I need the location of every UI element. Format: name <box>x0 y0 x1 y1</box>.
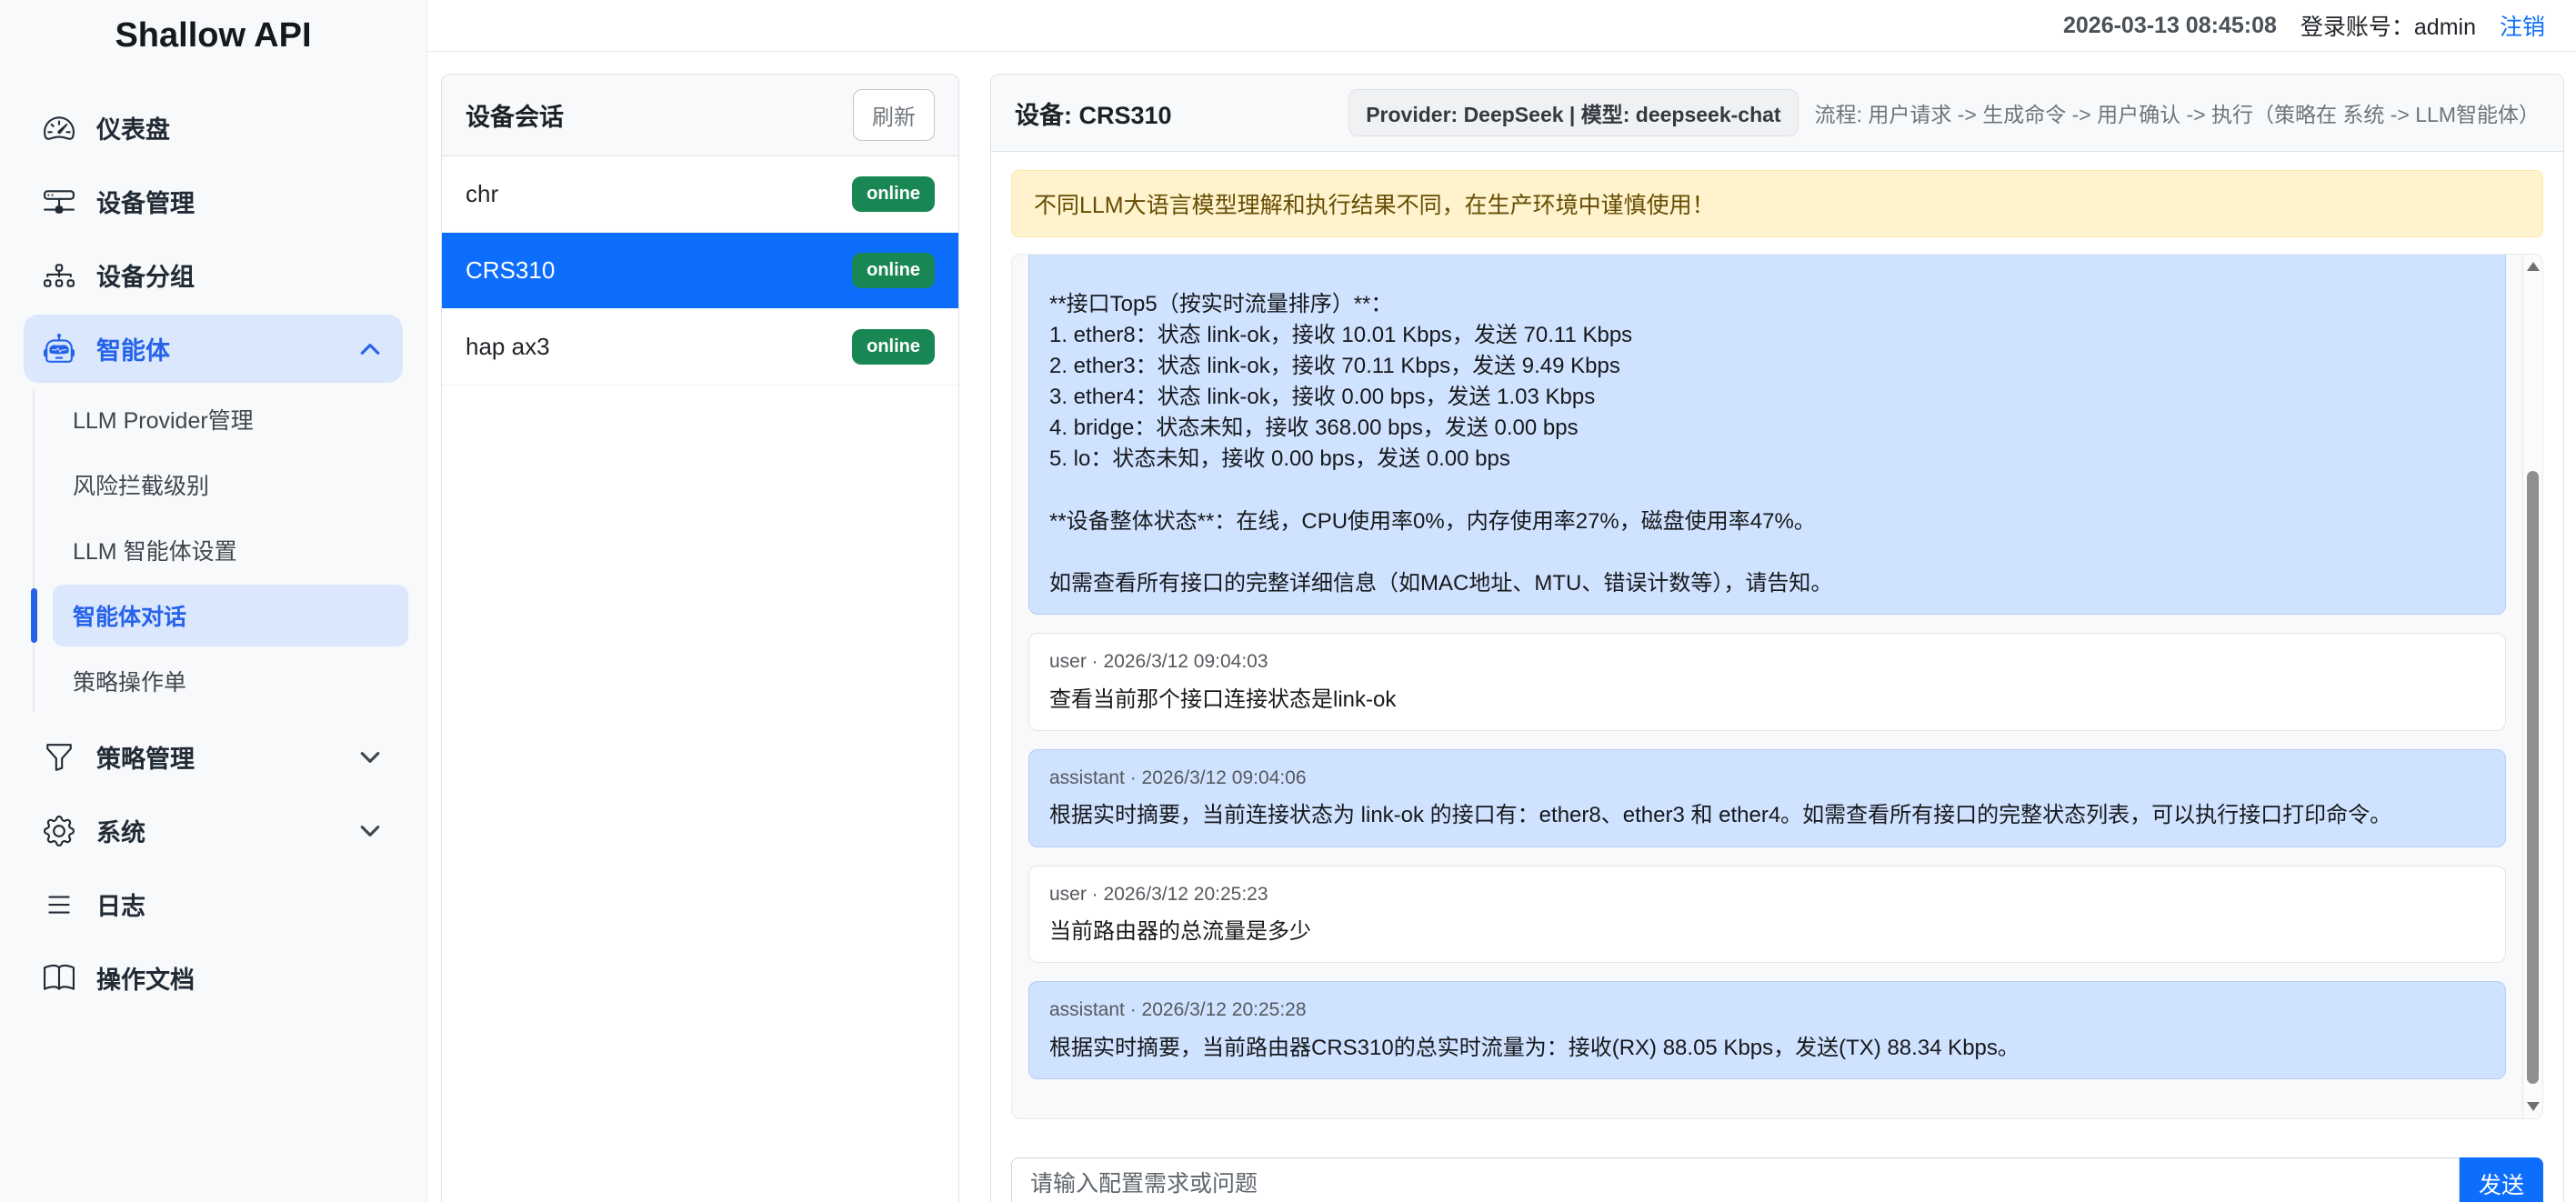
datetime-label: 2026-03-13 08:45:08 <box>2063 13 2277 39</box>
chat-panel-body: 不同LLM大语言模型理解和执行结果不同，在生产环境中谨慎使用！ **接口Top5… <box>991 152 2563 1202</box>
message-text: 根据实时摘要，当前路由器CRS310的总实时流量为：接收(RX) 88.05 K… <box>1049 1033 2485 1064</box>
sidebar-item-label: 仪表盘 <box>96 110 170 145</box>
refresh-button[interactable]: 刷新 <box>853 89 935 141</box>
device-name: CRS310 <box>466 256 555 285</box>
sidebar-item-system[interactable]: 系统 <box>24 796 403 865</box>
sidebar-item-logs[interactable]: 日志 <box>24 870 403 938</box>
main-area: 2026-03-13 08:45:08 登录账号：admin 注销 设备会话 刷… <box>427 0 2576 1202</box>
status-badge: online <box>852 176 935 212</box>
scrollbar-thumb[interactable] <box>2527 471 2539 1085</box>
device-name: hap ax3 <box>466 333 550 361</box>
content-area: 设备会话 刷新 chr online CRS310 online hap ax3… <box>427 52 2576 1202</box>
logout-link[interactable]: 注销 <box>2500 9 2545 42</box>
device-title: 设备: CRS310 <box>1015 95 1172 131</box>
scrollbar[interactable] <box>2522 255 2542 1118</box>
assistant-message: assistant · 2026/3/12 20:25:28 根据实时摘要，当前… <box>1028 981 2506 1079</box>
provider-badge: Provider: DeepSeek | 模型: deepseek-chat <box>1348 89 1798 136</box>
sidebar-subitem-agent-chat[interactable]: 智能体对话 <box>53 585 408 646</box>
account-label: 登录账号：admin <box>2300 9 2476 42</box>
message-list: **接口Top5（按实时流量排序）**： 1. ether8：状态 link-o… <box>1012 255 2522 1118</box>
robot-icon <box>44 334 75 365</box>
device-row-chr[interactable]: chr online <box>442 156 958 233</box>
user-message: user · 2026/3/12 20:25:23 当前路由器的总流量是多少 <box>1028 866 2506 964</box>
chevron-down-icon <box>357 745 383 770</box>
sidebar-item-label: 操作文档 <box>96 960 195 996</box>
message-meta: user · 2026/3/12 09:04:03 <box>1049 648 2485 676</box>
scroll-down-arrow-icon[interactable] <box>2527 1102 2540 1111</box>
book-icon <box>44 963 75 994</box>
diagram-icon <box>44 260 75 291</box>
chat-input[interactable] <box>1011 1157 2460 1202</box>
assistant-message: **接口Top5（按实时流量排序）**： 1. ether8：状态 link-o… <box>1028 255 2506 615</box>
sidebar-item-label: 策略管理 <box>96 739 195 775</box>
warning-banner: 不同LLM大语言模型理解和执行结果不同，在生产环境中谨慎使用！ <box>1011 170 2543 237</box>
topbar: 2026-03-13 08:45:08 登录账号：admin 注销 <box>427 0 2576 52</box>
list-icon <box>44 889 75 920</box>
sidebar-subitem-llm-provider[interactable]: LLM Provider管理 <box>35 388 408 450</box>
sidebar-item-label: 系统 <box>96 813 145 848</box>
chat-header-meta: Provider: DeepSeek | 模型: deepseek-chat 流… <box>1348 89 2540 136</box>
message-text: 当前路由器的总流量是多少 <box>1049 917 2485 947</box>
sidebar-item-label: 智能体 <box>96 331 170 366</box>
sidebar-nav: 仪表盘 设备管理 设备分组 智能体 LLM Provider管理 风 <box>0 94 426 1012</box>
sidebar-item-docs[interactable]: 操作文档 <box>24 944 403 1012</box>
agent-submenu: LLM Provider管理 风险拦截级别 LLM 智能体设置 智能体对话 策略… <box>33 388 426 712</box>
message-text: **接口Top5（按实时流量排序）**： 1. ether8：状态 link-o… <box>1049 289 2485 599</box>
device-network-icon <box>44 186 75 217</box>
sidebar-item-label: 设备分组 <box>96 257 195 293</box>
message-meta: assistant · 2026/3/12 20:25:28 <box>1049 997 2485 1024</box>
device-name: chr <box>466 180 498 208</box>
chat-panel-header: 设备: CRS310 Provider: DeepSeek | 模型: deep… <box>991 75 2563 152</box>
user-message: user · 2026/3/12 09:04:03 查看当前那个接口连接状态是l… <box>1028 633 2506 731</box>
sidebar-item-policy[interactable]: 策略管理 <box>24 723 403 791</box>
device-sessions-title: 设备会话 <box>466 97 564 133</box>
assistant-message: assistant · 2026/3/12 09:04:06 根据实时摘要，当前… <box>1028 749 2506 847</box>
status-badge: online <box>852 253 935 288</box>
device-list: chr online CRS310 online hap ax3 online <box>442 156 958 386</box>
send-button[interactable]: 发送 <box>2460 1157 2543 1202</box>
sidebar-item-label: 设备管理 <box>96 184 195 219</box>
chevron-down-icon <box>357 818 383 844</box>
status-badge: online <box>852 329 935 365</box>
speedometer-icon <box>44 113 75 144</box>
chat-panel: 设备: CRS310 Provider: DeepSeek | 模型: deep… <box>990 74 2564 1202</box>
device-row-crs310[interactable]: CRS310 online <box>442 233 958 309</box>
sidebar-item-agent[interactable]: 智能体 <box>24 315 403 383</box>
chat-scroll-area: **接口Top5（按实时流量排序）**： 1. ether8：状态 link-o… <box>1011 254 2543 1119</box>
message-meta: assistant · 2026/3/12 09:04:06 <box>1049 765 2485 792</box>
chevron-up-icon <box>357 336 383 362</box>
message-text: 查看当前那个接口连接状态是link-ok <box>1049 685 2485 716</box>
message-text: 根据实时摘要，当前连接状态为 link-ok 的接口有：ether8、ether… <box>1049 800 2485 831</box>
sidebar-item-device-groups[interactable]: 设备分组 <box>24 241 403 309</box>
sidebar: Shallow API 仪表盘 设备管理 设备分组 智能体 <box>0 0 427 1202</box>
flow-text: 流程: 用户请求 -> 生成命令 -> 用户确认 -> 执行（策略在 系统 ->… <box>1815 97 2540 128</box>
funnel-icon <box>44 742 75 773</box>
sidebar-item-devices[interactable]: 设备管理 <box>24 167 403 235</box>
sidebar-subitem-agent-settings[interactable]: LLM 智能体设置 <box>35 519 408 581</box>
device-sessions-header: 设备会话 刷新 <box>442 75 958 156</box>
message-meta: user · 2026/3/12 20:25:23 <box>1049 881 2485 908</box>
sidebar-subitem-policy-tickets[interactable]: 策略操作单 <box>35 650 408 712</box>
chat-input-row: 发送 <box>1011 1157 2543 1202</box>
scroll-up-arrow-icon[interactable] <box>2527 262 2540 271</box>
sidebar-item-dashboard[interactable]: 仪表盘 <box>24 94 403 162</box>
device-sessions-panel: 设备会话 刷新 chr online CRS310 online hap ax3… <box>441 74 959 1202</box>
sidebar-subitem-risk-level[interactable]: 风险拦截级别 <box>35 454 408 516</box>
app-title: Shallow API <box>0 16 426 55</box>
gear-icon <box>44 816 75 846</box>
sidebar-item-label: 日志 <box>96 886 145 922</box>
device-row-hap-ax3[interactable]: hap ax3 online <box>442 309 958 386</box>
